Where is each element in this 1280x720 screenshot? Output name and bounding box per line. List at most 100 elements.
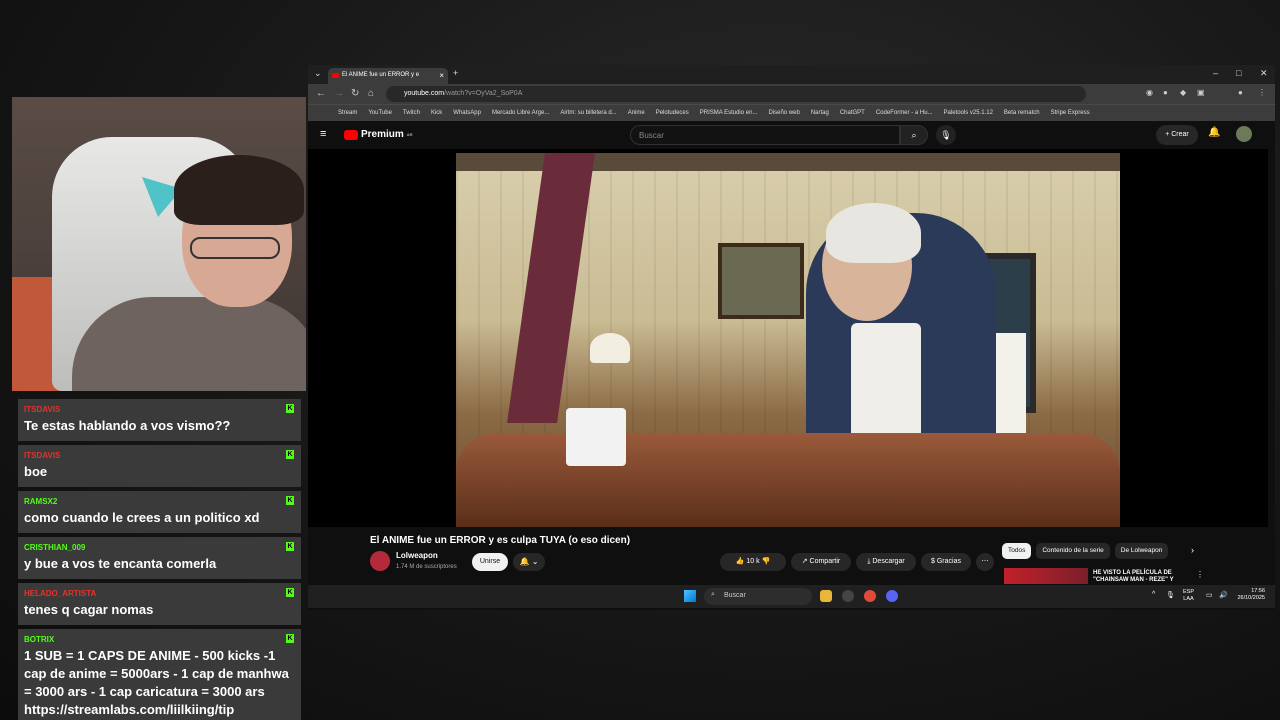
- logo-region: AR: [406, 132, 413, 137]
- new-tab-icon[interactable]: +: [453, 68, 458, 78]
- filter-chip[interactable]: De Lolweapon: [1114, 543, 1169, 559]
- chat-text: boe: [24, 464, 48, 479]
- chat-username[interactable]: CRISTHIAN_009: [24, 542, 295, 553]
- channel-name[interactable]: Lolweapon: [396, 551, 438, 560]
- bookmark-item[interactable]: Mercado Libre Arge...: [492, 110, 549, 116]
- chat-username[interactable]: RAMSX2: [24, 496, 295, 507]
- bookmark-item[interactable]: Stripe Express: [1051, 110, 1090, 116]
- join-button[interactable]: Unirse: [472, 553, 508, 571]
- microphone-tray-icon[interactable]: 🎙: [1166, 591, 1175, 599]
- tray-chevron-icon[interactable]: ^: [1152, 591, 1155, 598]
- back-icon[interactable]: ←: [316, 88, 326, 99]
- notifications-bell-icon[interactable]: 🔔: [1208, 127, 1220, 138]
- filter-chip[interactable]: Contenido de la serie: [1036, 543, 1110, 559]
- recommended-thumbnail[interactable]: [1004, 568, 1088, 584]
- video-player[interactable]: [308, 149, 1268, 527]
- discord-icon[interactable]: [886, 590, 898, 602]
- more-actions-icon[interactable]: ⋯: [976, 553, 994, 571]
- bookmark-item[interactable]: Beta rematch: [1004, 110, 1040, 116]
- bookmark-item[interactable]: Airtm: su billetera d...: [560, 110, 616, 116]
- browser-window: ⌄ El ANIME fue un ERROR y e × + – □ ✕ ← …: [308, 65, 1275, 610]
- bookmark-item[interactable]: Anime: [628, 110, 645, 116]
- bookmark-item[interactable]: ChatGPT: [840, 110, 865, 116]
- extension-icon[interactable]: ●: [1163, 88, 1168, 97]
- chevron-right-icon[interactable]: ›: [1191, 545, 1194, 555]
- hamburger-menu-icon[interactable]: ≡: [320, 128, 326, 140]
- language-indicator[interactable]: ESP LAA: [1183, 589, 1194, 603]
- bookmark-item[interactable]: Twitch: [403, 110, 420, 116]
- url-field[interactable]: youtube.com/watch?v=OyVa2_SoP0A: [386, 86, 1086, 102]
- maximize-icon[interactable]: □: [1236, 68, 1241, 78]
- home-icon[interactable]: ⌂: [368, 88, 374, 99]
- close-window-icon[interactable]: ✕: [1260, 68, 1268, 79]
- windows-start-icon[interactable]: [684, 590, 696, 602]
- share-button[interactable]: ↗ Compartir: [791, 553, 851, 571]
- bookmark-item[interactable]: WhatsApp: [453, 110, 481, 116]
- subscription-bell-button[interactable]: 🔔 ⌄: [513, 553, 545, 571]
- like-dislike-group[interactable]: 👍 10 k 👎: [720, 553, 786, 571]
- search-icon[interactable]: ⌕: [900, 125, 928, 145]
- chat-message: BOTRIX K 1 SUB = 1 CAPS DE ANIME - 500 kic…: [18, 629, 301, 720]
- clock[interactable]: 17:56 26/10/2025: [1237, 588, 1265, 602]
- recommended-menu-icon[interactable]: ⋮: [1196, 570, 1204, 579]
- bookmark-item[interactable]: PRISMA Estudio en...: [700, 110, 758, 116]
- minimize-icon[interactable]: –: [1213, 68, 1218, 78]
- chat-message: CRISTHIAN_009 Ky bue a vos te encanta com…: [18, 537, 301, 579]
- search-input[interactable]: Buscar: [630, 125, 900, 145]
- bookmark-item[interactable]: Diseño web: [768, 110, 799, 116]
- thumbs-down-icon[interactable]: 👎: [762, 558, 771, 565]
- tab-search-icon[interactable]: ⌄: [314, 68, 322, 79]
- youtube-logo[interactable]: Premium AR: [344, 129, 413, 140]
- microphone-icon[interactable]: 🎙: [936, 125, 956, 145]
- picture-frame: [718, 243, 804, 319]
- filter-chip[interactable]: Todos: [1002, 543, 1032, 559]
- tab-strip: ⌄ El ANIME fue un ERROR y e × + – □ ✕: [308, 65, 1275, 84]
- network-icon[interactable]: ▭: [1206, 591, 1213, 599]
- menu-kebab-icon[interactable]: ⋮: [1258, 88, 1266, 97]
- volume-icon[interactable]: 🔊: [1219, 591, 1228, 599]
- recommended-video[interactable]: HE VISTO LA PELÍCULA DE "CHAINSAW MAN - …: [1004, 568, 1264, 584]
- chat-text: Te estas hablando a vos vismo??: [24, 418, 231, 433]
- app-icon[interactable]: [842, 590, 854, 602]
- file-explorer-icon[interactable]: [820, 590, 832, 602]
- bookmark-item[interactable]: CodeFormer - a Hu...: [876, 110, 933, 116]
- bookmark-item[interactable]: YouTube: [368, 110, 392, 116]
- chrome-icon[interactable]: [864, 590, 876, 602]
- create-button[interactable]: + Crear: [1156, 125, 1198, 145]
- webcam-feed: [12, 97, 306, 391]
- like-count: 10 k: [746, 558, 760, 565]
- profile-icon[interactable]: ●: [1238, 88, 1243, 97]
- extensions-puzzle-icon[interactable]: ▣: [1197, 88, 1205, 97]
- taskbar-search-label: Buscar: [724, 592, 746, 599]
- bookmark-item[interactable]: Paletools v25.1.12: [944, 110, 993, 116]
- forward-icon[interactable]: →: [334, 88, 344, 99]
- kick-badge-icon: K: [286, 496, 294, 505]
- chat-username[interactable]: ITSDAVIS: [24, 404, 295, 415]
- bookmark-item[interactable]: Stream: [338, 110, 357, 116]
- chat-username[interactable]: ITSDAVIS: [24, 450, 295, 461]
- bookmark-item[interactable]: Kick: [431, 110, 442, 116]
- taskbar-search-icon: ⌕: [711, 591, 715, 598]
- extension-icon[interactable]: ◆: [1180, 88, 1186, 97]
- kick-badge-icon: K: [286, 542, 294, 551]
- download-label: Descargar: [872, 558, 905, 565]
- extension-icon[interactable]: ◉: [1146, 88, 1153, 97]
- user-avatar[interactable]: [1236, 126, 1252, 142]
- taskbar-search[interactable]: ⌕ Buscar: [704, 588, 812, 605]
- bookmark-item[interactable]: Nartag: [811, 110, 829, 116]
- chat-username[interactable]: HELADO_ARTISTA: [24, 588, 295, 599]
- download-button[interactable]: ⤓ Descargar: [856, 553, 916, 571]
- kick-badge-icon: K: [286, 634, 294, 643]
- thanks-button[interactable]: $ Gracias: [921, 553, 971, 571]
- thumbs-up-icon[interactable]: 👍: [736, 558, 745, 565]
- youtube-header: ≡ Premium AR Buscar ⌕ 🎙 + Crear 🔔: [308, 121, 1275, 149]
- channel-avatar[interactable]: [370, 551, 390, 571]
- recommended-title[interactable]: HE VISTO LA PELÍCULA DE "CHAINSAW MAN - …: [1093, 570, 1203, 584]
- reload-icon[interactable]: ↻: [351, 88, 359, 99]
- browser-tab[interactable]: El ANIME fue un ERROR y e ×: [328, 68, 448, 84]
- chat-username[interactable]: BOTRIX: [24, 634, 295, 645]
- close-tab-icon[interactable]: ×: [439, 71, 444, 80]
- kick-badge-icon: K: [286, 404, 294, 413]
- bookmarks-bar: Stream YouTube Twitch Kick WhatsApp Mercado L…: [308, 104, 1275, 121]
- bookmark-item[interactable]: Pelotudeces: [656, 110, 689, 116]
